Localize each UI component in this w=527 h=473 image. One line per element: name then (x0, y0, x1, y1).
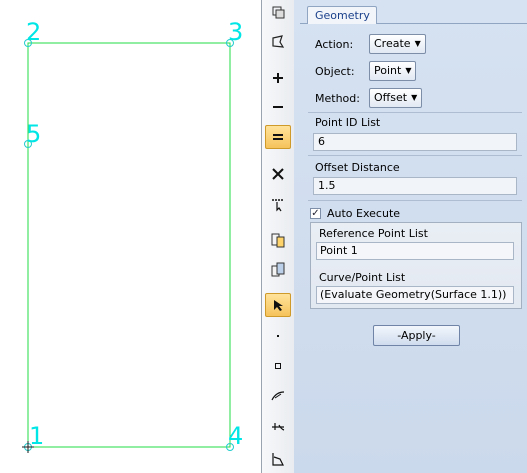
geometry-panel: Geometry Action: Create ▼ Object: Point … (294, 0, 527, 473)
curve-select-icon (272, 35, 285, 48)
fit-view-icon (273, 134, 283, 140)
paste-to-button[interactable] (265, 257, 291, 281)
node-button[interactable] (265, 354, 291, 378)
reference-group: Reference Point List Point 1 Curve/Point… (310, 222, 522, 309)
point-label-3: 3 (228, 18, 244, 46)
surface-button[interactable] (265, 447, 291, 471)
object-value: Point (374, 64, 402, 77)
zoom-in-button[interactable] (265, 66, 291, 90)
section-divider (308, 112, 522, 113)
point-label-2: 2 (26, 18, 42, 46)
view-settings-button[interactable] (265, 0, 291, 24)
vector-button[interactable] (265, 413, 291, 437)
action-value: Create (374, 37, 411, 50)
node-icon (275, 363, 281, 369)
fit-view-button[interactable] (265, 125, 291, 149)
view-settings-icon (272, 6, 285, 19)
action-label: Action: (315, 38, 354, 51)
object-label: Object: (315, 65, 355, 78)
section-divider (308, 200, 522, 201)
vector-icon (272, 423, 285, 431)
surface-icon (272, 453, 284, 466)
zoom-in-icon (273, 73, 283, 83)
chevron-down-icon: ▼ (414, 39, 421, 48)
delete-icon (272, 168, 284, 180)
point-id-list-input[interactable]: 6 (313, 133, 517, 151)
select-arrow-button[interactable] (265, 293, 291, 317)
point-label-1: 1 (29, 422, 45, 450)
point-id-list-label: Point ID List (315, 116, 381, 129)
tool-palette (262, 0, 295, 473)
select-arrow-icon (274, 300, 283, 311)
object-dropdown[interactable]: Point ▼ (369, 61, 417, 81)
zoom-out-button[interactable] (265, 95, 291, 119)
method-label: Method: (315, 92, 360, 105)
copy-to-button[interactable] (265, 228, 291, 252)
offset-distance-label: Offset Distance (315, 161, 400, 174)
delete-button[interactable] (265, 162, 291, 186)
reference-point-list-label: Reference Point List (319, 227, 428, 240)
surface-outline (27, 42, 231, 448)
pick-filter-icon (272, 199, 284, 212)
method-value: Offset (374, 91, 408, 104)
reference-point-list-input[interactable]: Point 1 (316, 242, 514, 260)
curve-tool-icon (271, 391, 285, 401)
curve-point-list-label: Curve/Point List (319, 271, 406, 284)
curve-select-button[interactable] (265, 30, 291, 54)
copy-to-icon (271, 233, 285, 248)
method-dropdown[interactable]: Offset ▼ (369, 88, 423, 108)
auto-execute-label: Auto Execute (327, 207, 401, 220)
auto-execute-checkbox[interactable]: ✓ (310, 208, 321, 219)
curve-tool-button[interactable] (265, 384, 291, 408)
offset-distance-input[interactable]: 1.5 (313, 177, 517, 195)
geometry-canvas[interactable] (0, 0, 262, 473)
pick-filter-button[interactable] (265, 192, 291, 216)
action-dropdown[interactable]: Create ▼ (369, 34, 426, 54)
zoom-out-icon (273, 106, 283, 108)
point-label-4: 4 (228, 422, 244, 450)
curve-point-list-input[interactable]: (Evaluate Geometry(Surface 1.1)) (316, 286, 514, 304)
section-divider (308, 155, 522, 156)
apply-button[interactable]: -Apply- (373, 325, 460, 346)
point-label-5: 5 (26, 120, 42, 148)
point-icon (277, 335, 279, 337)
chevron-down-icon: ▼ (411, 93, 418, 102)
point-button[interactable] (265, 324, 291, 348)
paste-to-icon (271, 262, 285, 277)
chevron-down-icon: ▼ (405, 66, 412, 75)
graphics-viewport[interactable]: 2 3 5 1 4 (0, 0, 262, 473)
tab-geometry[interactable]: Geometry (307, 6, 377, 24)
